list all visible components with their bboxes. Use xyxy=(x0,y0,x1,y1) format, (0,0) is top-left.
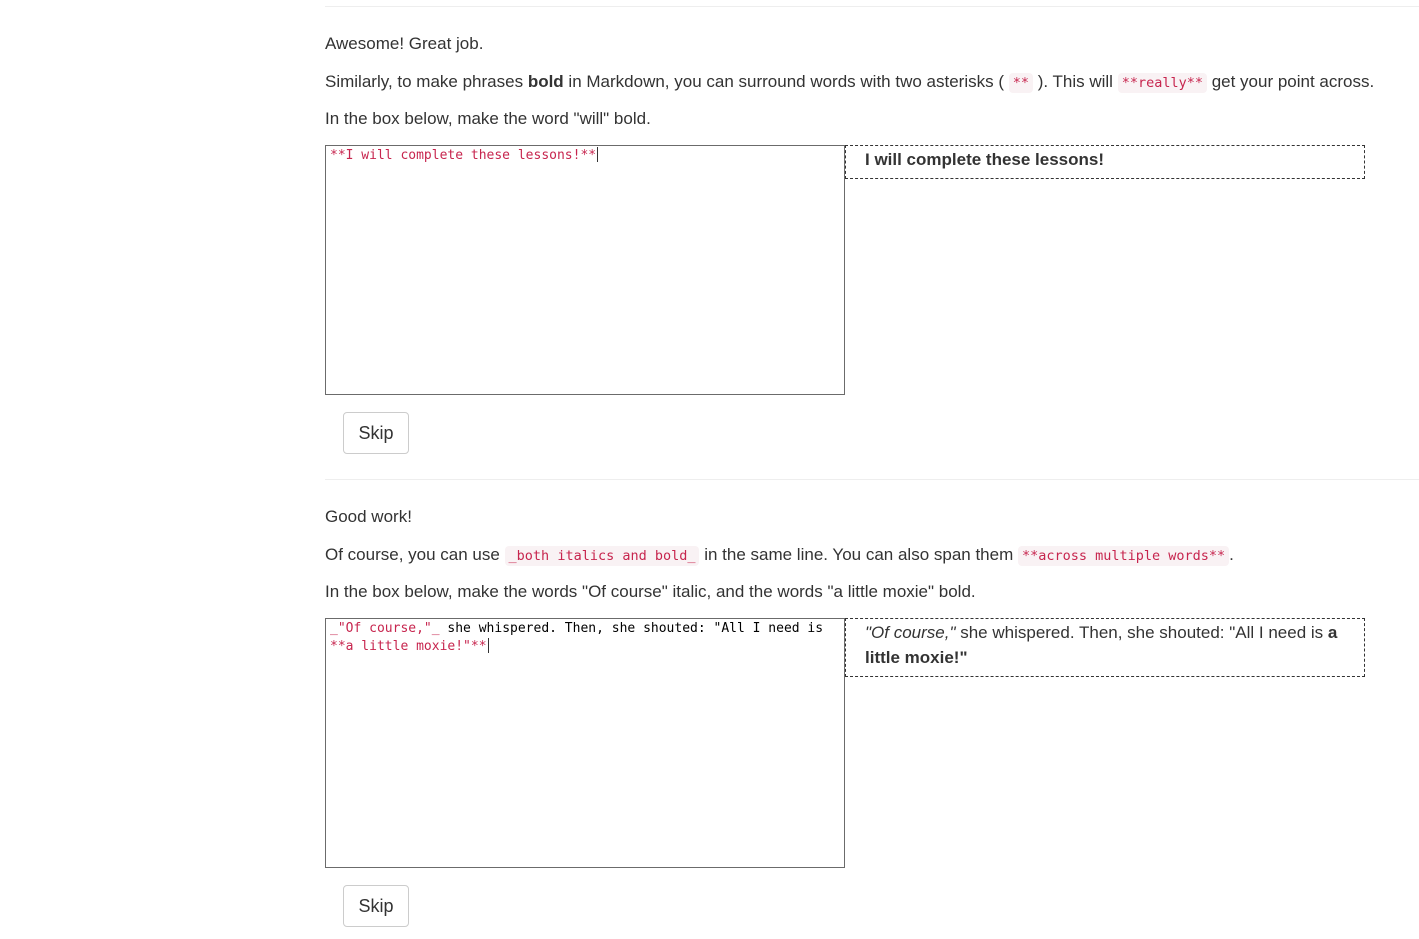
editor-md-italic: _"Of course,"_ xyxy=(330,621,440,636)
instruction-text: Of course, you can use _both italics and… xyxy=(325,545,1234,566)
inline-code: **across multiple words** xyxy=(1017,546,1230,566)
task-text: In the box below, make the word "will" b… xyxy=(325,109,651,128)
text-caret xyxy=(597,147,599,162)
inline-code: ** xyxy=(1008,73,1033,93)
praise-text: Awesome! Great job. xyxy=(325,34,484,53)
markdown-editor[interactable]: _"Of course,"_ she whispered. Then, she … xyxy=(325,618,845,868)
instruction-text: Similarly, to make phrases bold in Markd… xyxy=(325,72,1375,93)
text-caret xyxy=(487,638,489,653)
skip-button[interactable]: Skip xyxy=(343,885,409,927)
top-divider xyxy=(325,6,1419,7)
inline-code: **really** xyxy=(1117,73,1207,93)
preview-italic-text: "Of course," xyxy=(865,623,956,642)
editor-md-bold: **I will complete these lessons!** xyxy=(330,148,597,163)
markdown-editor[interactable]: **I will complete these lessons!** xyxy=(325,145,845,395)
markdown-preview: I will complete these lessons! xyxy=(845,145,1365,179)
preview-plain-text: she whispered. Then, she shouted: "All I… xyxy=(955,623,1328,642)
lesson-page: Awesome! Great job. Similarly, to make p… xyxy=(0,0,1419,939)
praise-text: Good work! xyxy=(325,507,412,526)
task-text: In the box below, make the words "Of cou… xyxy=(325,582,976,601)
inline-code: _both italics and bold_ xyxy=(504,546,700,566)
editor-content[interactable]: **I will complete these lessons!** xyxy=(326,146,844,166)
section-divider xyxy=(325,479,1419,480)
editor-plain-text: she whispered. Then, she shouted: "All I… xyxy=(439,621,831,636)
editor-content[interactable]: _"Of course,"_ she whispered. Then, she … xyxy=(326,619,844,657)
skip-button[interactable]: Skip xyxy=(343,412,409,454)
bold-word: bold xyxy=(527,72,564,91)
preview-bold-text: I will complete these lessons! xyxy=(865,150,1105,169)
editor-md-bold: **a little moxie!"** xyxy=(330,639,487,654)
markdown-preview: "Of course," she whispered. Then, she sh… xyxy=(845,618,1365,677)
